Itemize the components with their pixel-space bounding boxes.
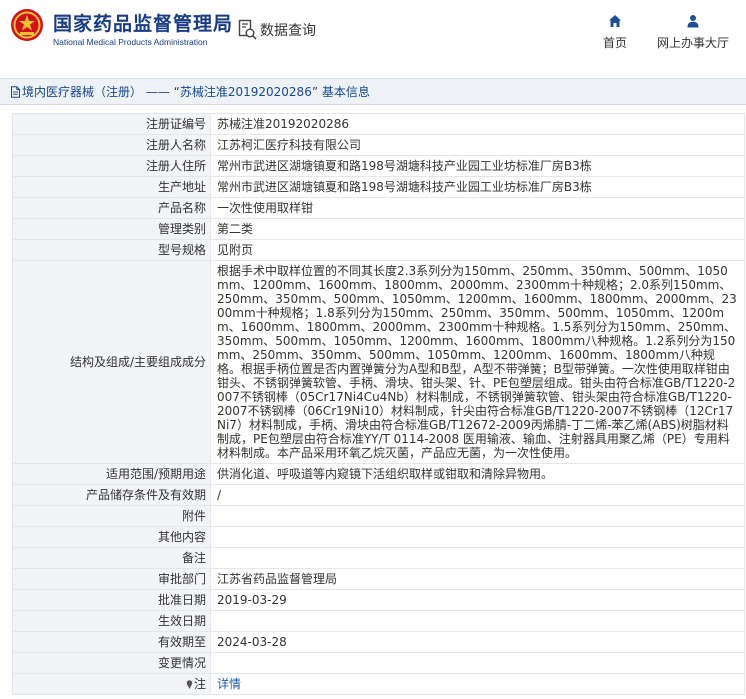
row-value [210, 526, 745, 548]
breadcrumb-text: 境内医疗器械（注册） —— “苏械注准20192020286” 基本信息 [22, 85, 370, 99]
home-icon [609, 15, 621, 27]
pin-icon [186, 680, 193, 689]
row-key: 有效期至 [12, 631, 211, 653]
nav-online-office[interactable]: 网上办事大厅 [648, 14, 738, 51]
table-row: 生产地址 常州市武进区湖塘镇夏和路198号湖塘科技产业园工业坊标准厂房B3栋 [12, 176, 745, 198]
row-value: 常州市武进区湖塘镇夏和路198号湖塘科技产业园工业坊标准厂房B3栋 [210, 176, 745, 198]
row-value: 常州市武进区湖塘镇夏和路198号湖塘科技产业园工业坊标准厂房B3栋 [210, 155, 745, 177]
row-key: 管理类别 [12, 218, 211, 240]
row-value: 江苏省药品监督管理局 [210, 568, 745, 590]
row-value: 苏械注准20192020286 [210, 113, 745, 135]
table-row: 产品名称 一次性使用取样钳 [12, 197, 745, 219]
row-value: 江苏柯汇医疗科技有限公司 [210, 134, 745, 156]
row-key: 适用范围/预期用途 [12, 463, 211, 485]
details-link[interactable]: 详情 [217, 677, 241, 691]
row-key: 备注 [12, 547, 211, 569]
document-icon [11, 85, 20, 98]
site-name-cn[interactable]: 国家药品监督管理局 [53, 9, 233, 36]
row-value [210, 505, 745, 527]
row-key: 批准日期 [12, 589, 211, 611]
row-value [210, 652, 745, 674]
row-key: 注册证编号 [12, 113, 211, 135]
row-key: 其他内容 [12, 526, 211, 548]
breadcrumb: 境内医疗器械（注册） —— “苏械注准20192020286” 基本信息 [0, 78, 746, 105]
row-key: 变更情况 [12, 652, 211, 674]
table-row: 结构及组成/主要组成成分 根据手术中取样位置的不同其长度2.3系列分为150mm… [12, 260, 745, 464]
row-value: 2019-03-29 [210, 589, 745, 611]
table-row: 注册证编号 苏械注准20192020286 [12, 113, 745, 135]
table-row: 其他内容 [12, 526, 745, 548]
national-emblem-icon [11, 9, 43, 41]
row-value: 根据手术中取样位置的不同其长度2.3系列分为150mm、250mm、350mm、… [210, 260, 745, 464]
row-key: 型号规格 [12, 239, 211, 261]
table-row: 注册人住所 常州市武进区湖塘镇夏和路198号湖塘科技产业园工业坊标准厂房B3栋 [12, 155, 745, 177]
site-header: 国家药品监督管理局 National Medical Products Admi… [0, 0, 746, 62]
user-icon [687, 15, 699, 28]
row-key: 审批部门 [12, 568, 211, 590]
row-key: 结构及组成/主要组成成分 [12, 260, 211, 464]
note-key: 注 [12, 673, 211, 695]
table-row: 生效日期 [12, 610, 745, 632]
row-key: 附件 [12, 505, 211, 527]
row-key: 注册人住所 [12, 155, 211, 177]
data-query-label: 数据查询 [260, 23, 316, 39]
document-search-icon [238, 19, 257, 40]
registration-info-table: 注册证编号 苏械注准20192020286 注册人名称 江苏柯汇医疗科技有限公司… [12, 113, 745, 695]
row-key: 生产地址 [12, 176, 211, 198]
table-row: 备注 [12, 547, 745, 569]
note-value: 详情 [210, 673, 745, 695]
table-row: 产品储存条件及有效期 / [12, 484, 745, 506]
note-key-label: 注 [193, 677, 206, 691]
row-value: 第二类 [210, 218, 745, 240]
table-row: 有效期至 2024-03-28 [12, 631, 745, 653]
row-key: 产品名称 [12, 197, 211, 219]
note-row: 注 详情 [12, 673, 745, 695]
table-row: 变更情况 [12, 652, 745, 674]
nav-home-label: 首页 [602, 36, 627, 50]
row-key: 注册人名称 [12, 134, 211, 156]
table-row: 附件 [12, 505, 745, 527]
row-value: 见附页 [210, 239, 745, 261]
row-value [210, 547, 745, 569]
data-query-link[interactable]: 数据查询 [238, 17, 316, 43]
row-value: 一次性使用取样钳 [210, 197, 745, 219]
row-key: 生效日期 [12, 610, 211, 632]
row-value: 2024-03-28 [210, 631, 745, 653]
site-name-en[interactable]: National Medical Products Administration [53, 37, 208, 47]
nav-home[interactable]: 首页 [595, 14, 635, 51]
nav-online-office-label: 网上办事大厅 [656, 36, 729, 50]
table-row: 批准日期 2019-03-29 [12, 589, 745, 611]
row-value: / [210, 484, 745, 506]
table-row: 管理类别 第二类 [12, 218, 745, 240]
row-key: 产品储存条件及有效期 [12, 484, 211, 506]
row-value: 供消化道、呼吸道等内窥镜下活组织取样或钳取和清除异物用。 [210, 463, 745, 485]
table-row: 审批部门 江苏省药品监督管理局 [12, 568, 745, 590]
table-row: 注册人名称 江苏柯汇医疗科技有限公司 [12, 134, 745, 156]
row-value [210, 610, 745, 632]
table-row: 型号规格 见附页 [12, 239, 745, 261]
table-row: 适用范围/预期用途 供消化道、呼吸道等内窥镜下活组织取样或钳取和清除异物用。 [12, 463, 745, 485]
